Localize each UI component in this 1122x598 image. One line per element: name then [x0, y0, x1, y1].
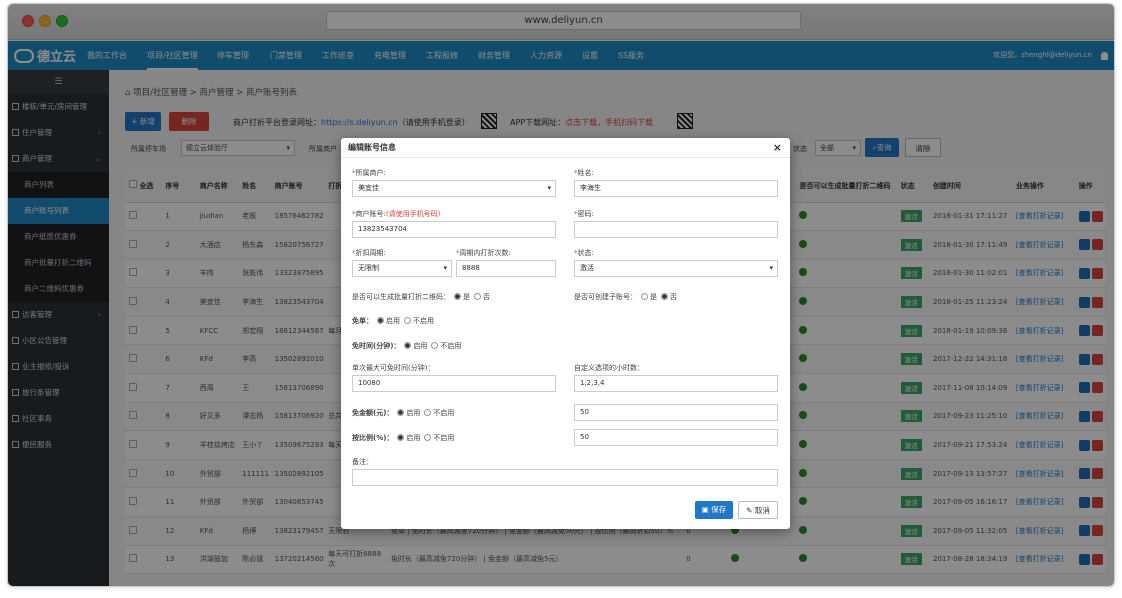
custom-hours-input[interactable]: 1,2,3,4 [574, 375, 778, 392]
free-disable-radio[interactable] [404, 317, 411, 324]
password-input[interactable] [574, 221, 778, 238]
chevron-down-icon: ▾ [443, 264, 447, 272]
free-option: 免单： 启用 不启用 [352, 317, 434, 325]
count-input[interactable]: 8888 [456, 260, 556, 277]
password-field-label: 密码: [577, 210, 594, 218]
batch-yes-radio[interactable] [454, 293, 461, 300]
free-time-option: 免时间(分钟)： 启用 不启用 [352, 342, 462, 350]
modal-title: 编辑账号信息 [348, 143, 396, 152]
ratio-option: 按比例(%)： 启用 不启用 [352, 434, 455, 442]
remark-label: 备注： [352, 458, 373, 466]
modal-header: 编辑账号信息 × [341, 138, 790, 158]
child-account-option: 是否可创建子账号：是否 [574, 293, 677, 301]
chevron-down-icon: ▾ [769, 264, 773, 272]
max-free-time-label: 单次最大可免时间(分钟)： [352, 364, 435, 372]
merchant-select[interactable]: 美宜佳 ▾ [352, 180, 556, 197]
edit-account-modal: 编辑账号信息 × *所属商户: 美宜佳 ▾ *姓名: 李海生 *商户账号:(请使用手… [341, 138, 790, 529]
save-icon: ▣ [701, 505, 712, 514]
account-input[interactable]: 13823543704 [352, 221, 556, 238]
batch-no-radio[interactable] [474, 293, 481, 300]
child-no-radio[interactable] [661, 293, 668, 300]
cycle-select[interactable]: 无限制 ▾ [352, 260, 452, 277]
custom-hours-label: 自定义选项的小时数： [574, 364, 644, 372]
freetime-disable-radio[interactable] [431, 342, 439, 349]
amount-enable-radio[interactable] [397, 409, 405, 416]
status-select[interactable]: 激活 ▾ [574, 260, 778, 277]
amount-disable-radio[interactable] [424, 409, 432, 416]
max-free-time-input[interactable]: 10080 [352, 375, 556, 392]
free-enable-radio[interactable] [377, 317, 384, 324]
account-hint: (请使用手机号码) [385, 210, 441, 218]
eraser-icon: ✎ [746, 506, 755, 515]
close-icon[interactable]: × [773, 138, 782, 158]
name-field-label: 姓名: [577, 169, 594, 177]
free-amount-option: 免金额(元)： 启用 不启用 [352, 409, 455, 417]
ratio-input[interactable]: 50 [574, 429, 778, 446]
save-button[interactable]: ▣ 保存 [695, 501, 733, 519]
browser-window: www.deliyun.cn 德立云 我的工作台 项目/社区管理 停车管理 门禁… [7, 3, 1115, 587]
cycle-field-label: 折扣周期: [355, 249, 386, 257]
free-amount-input[interactable]: 50 [574, 404, 778, 421]
cancel-button[interactable]: ✎ 取消 [738, 501, 778, 519]
status-field-label: 状态: [577, 249, 594, 257]
remark-input[interactable] [352, 469, 778, 486]
ratio-enable-radio[interactable] [397, 434, 405, 441]
child-yes-radio[interactable] [641, 293, 648, 300]
account-field-label: 商户账号: [355, 210, 386, 218]
batch-qr-option: 是否可以生成批量打折二维码：是否 [352, 293, 490, 301]
merchant-field-label: 所属商户: [355, 169, 386, 177]
freetime-enable-radio[interactable] [404, 342, 412, 349]
ratio-disable-radio[interactable] [424, 434, 432, 441]
count-field-label: 周期内打折次数: [459, 249, 511, 257]
name-input[interactable]: 李海生 [574, 180, 778, 197]
chevron-down-icon: ▾ [547, 184, 551, 192]
